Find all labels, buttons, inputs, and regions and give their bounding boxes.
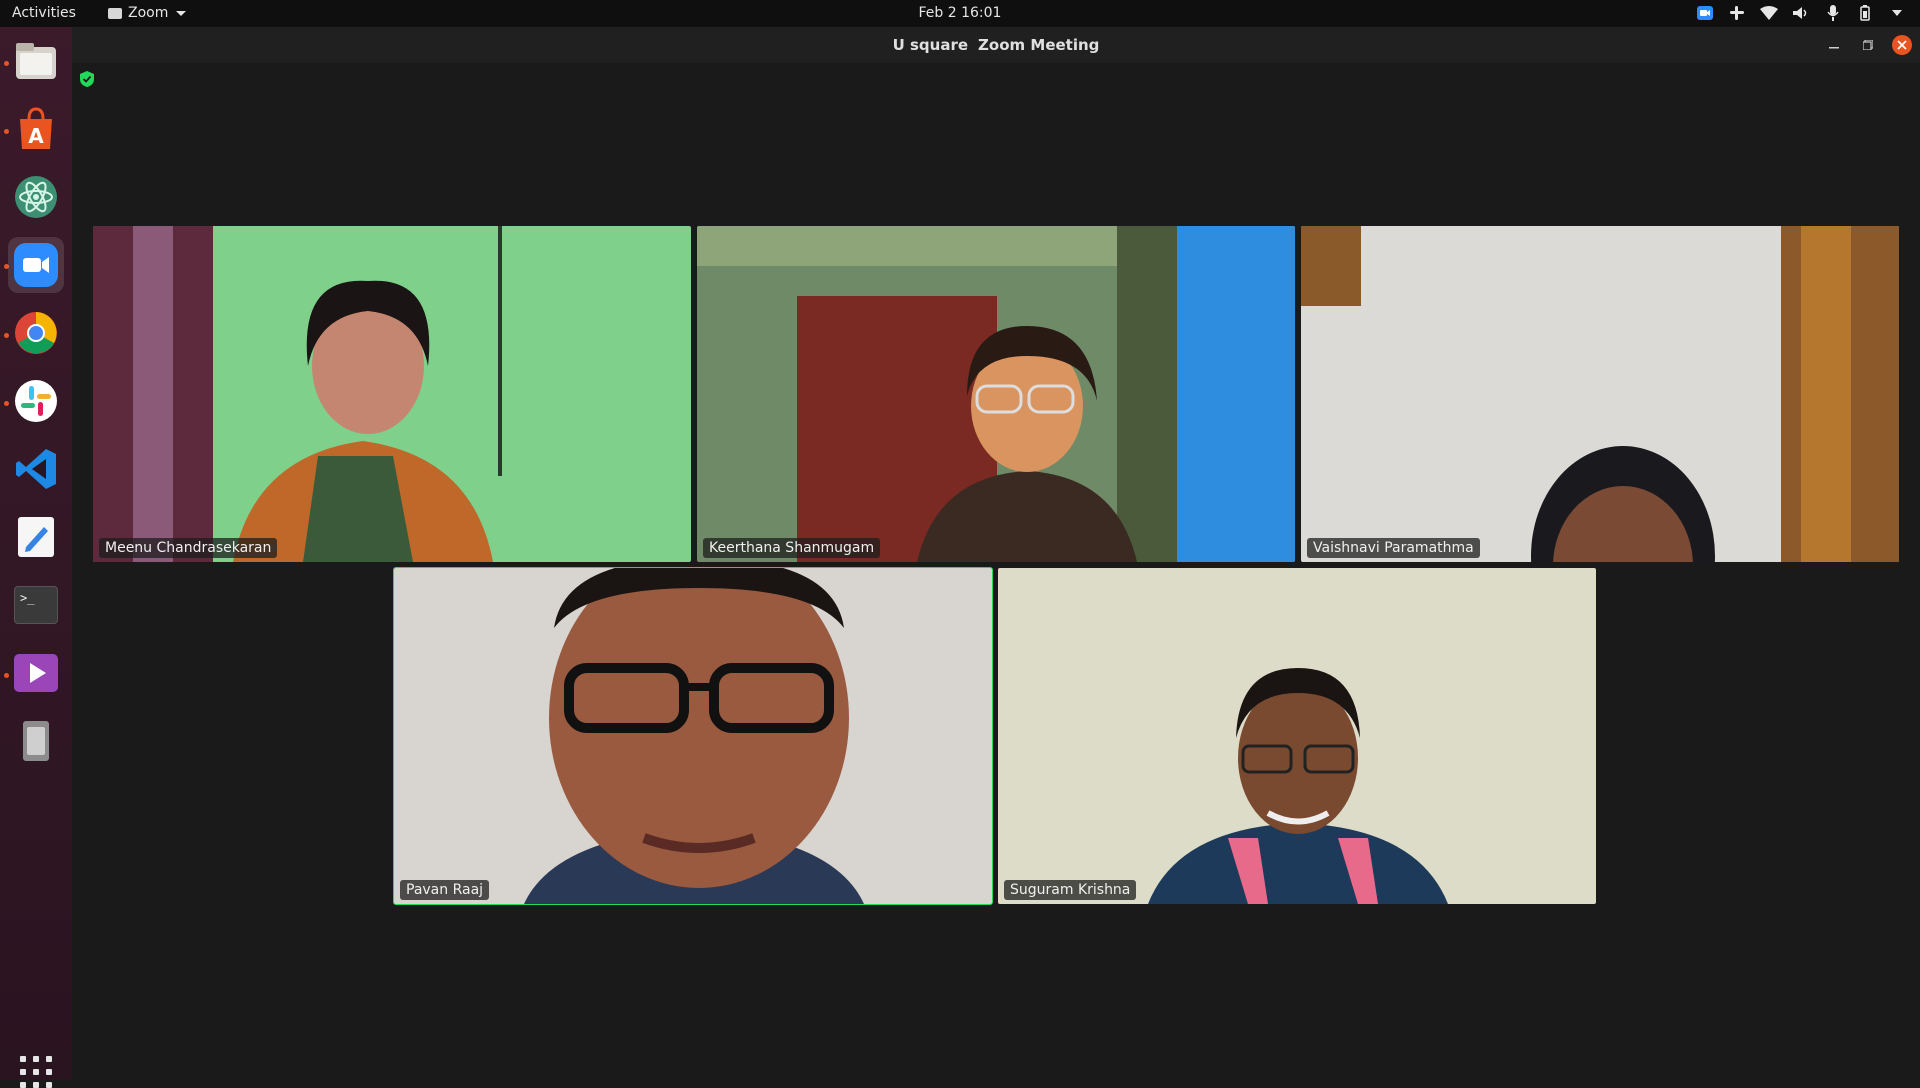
participant-name: Keerthana Shanmugam bbox=[703, 538, 881, 558]
dock-item-chrome[interactable] bbox=[8, 305, 64, 361]
dock-item-text-editor[interactable] bbox=[8, 509, 64, 565]
dock-item-vscode[interactable] bbox=[8, 441, 64, 497]
participant-name: Pavan Raaj bbox=[400, 880, 490, 900]
dock-item-atom[interactable] bbox=[8, 169, 64, 225]
wifi-icon[interactable] bbox=[1760, 4, 1778, 22]
window-app-title: Zoom Meeting bbox=[978, 36, 1100, 54]
video-tile-meenu[interactable]: Meenu Chandrasekaran bbox=[93, 226, 691, 562]
maximize-button[interactable] bbox=[1858, 35, 1878, 55]
chrome-icon bbox=[15, 312, 57, 354]
close-button[interactable] bbox=[1892, 35, 1912, 55]
top-bar: Activities Zoom Feb 2 16:01 bbox=[0, 0, 1920, 27]
participant-name: Vaishnavi Paramathma bbox=[1307, 538, 1480, 558]
dock-item-software[interactable]: A bbox=[8, 101, 64, 157]
window-titlebar[interactable]: U square Zoom Meeting bbox=[72, 27, 1920, 63]
minimize-button[interactable] bbox=[1824, 35, 1844, 55]
participant-video bbox=[1301, 226, 1899, 562]
zoom-tray-icon[interactable] bbox=[1696, 4, 1714, 22]
files-icon bbox=[16, 43, 56, 79]
video-tile-vaishnavi[interactable]: Vaishnavi Paramathma bbox=[1301, 226, 1899, 562]
dock-item-media-player[interactable] bbox=[8, 645, 64, 701]
dock-item-files[interactable] bbox=[8, 33, 64, 89]
terminal-prompt: >_ bbox=[20, 591, 35, 605]
dock: A >_ bbox=[0, 27, 72, 1088]
volume-icon[interactable] bbox=[1792, 4, 1810, 22]
participant-video bbox=[697, 226, 1295, 562]
meeting-name: U square bbox=[892, 36, 969, 54]
atom-icon bbox=[15, 176, 57, 218]
dock-item-terminal[interactable]: >_ bbox=[8, 577, 64, 633]
microphone-icon[interactable] bbox=[1824, 4, 1842, 22]
video-tile-keerthana[interactable]: Keerthana Shanmugam bbox=[697, 226, 1295, 562]
video-tile-suguram[interactable]: Suguram Krishna bbox=[998, 568, 1596, 904]
system-menu-chevron-icon[interactable] bbox=[1888, 4, 1906, 22]
participant-name: Meenu Chandrasekaran bbox=[99, 538, 278, 558]
activities-button[interactable]: Activities bbox=[12, 5, 76, 21]
dock-item-drive[interactable] bbox=[8, 713, 64, 769]
participant-video bbox=[93, 226, 691, 562]
slack-icon bbox=[15, 380, 57, 422]
participant-video bbox=[394, 568, 992, 904]
svg-text:A: A bbox=[28, 124, 44, 148]
show-applications-button[interactable] bbox=[20, 1056, 52, 1088]
ubuntu-software-icon: A bbox=[20, 107, 52, 149]
clock[interactable]: Feb 2 16:01 bbox=[919, 5, 1002, 21]
drive-icon bbox=[23, 721, 49, 761]
battery-icon[interactable] bbox=[1856, 4, 1874, 22]
app-menu[interactable]: Zoom bbox=[108, 5, 187, 21]
window-title: U square Zoom Meeting bbox=[72, 36, 1920, 54]
participant-name: Suguram Krishna bbox=[1004, 880, 1137, 900]
participant-video bbox=[998, 568, 1596, 904]
vscode-icon bbox=[16, 449, 56, 489]
encryption-shield-icon[interactable] bbox=[80, 71, 94, 91]
video-tile-pavan[interactable]: Pavan Raaj bbox=[393, 567, 993, 905]
app-menu-label: Zoom bbox=[128, 5, 169, 21]
zoom-icon bbox=[14, 243, 58, 287]
media-player-icon bbox=[14, 654, 58, 692]
zoom-window: U square Zoom Meeting Meenu Chandrasekar… bbox=[72, 27, 1920, 1080]
text-editor-icon bbox=[18, 517, 54, 557]
chevron-down-icon bbox=[176, 10, 187, 16]
dock-item-zoom[interactable] bbox=[8, 237, 64, 293]
dock-item-slack[interactable] bbox=[8, 373, 64, 429]
slack-tray-icon[interactable] bbox=[1728, 4, 1746, 22]
system-tray bbox=[1696, 4, 1906, 22]
terminal-icon: >_ bbox=[14, 586, 58, 624]
zoom-app-icon bbox=[108, 7, 122, 19]
